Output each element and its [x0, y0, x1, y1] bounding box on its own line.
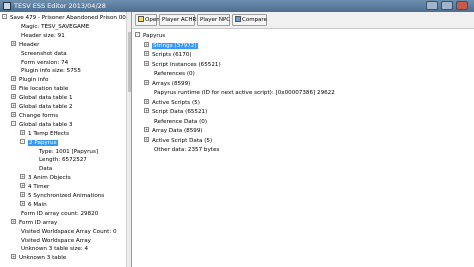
tree-node[interactable]: + Active Scripts (5): [144, 98, 200, 108]
tree-node-label: Array Data (8599): [152, 128, 203, 134]
tree-node[interactable]: + Script Instances (65521): [144, 60, 221, 70]
tree-node-label: Arrays (8599): [152, 80, 191, 87]
expand-icon[interactable]: +: [11, 103, 16, 108]
expand-icon[interactable]: +: [144, 41, 149, 47]
tree-node-label: Header size: 91: [21, 32, 65, 39]
expand-icon[interactable]: +: [20, 174, 25, 180]
tree-node[interactable]: + Arrays (8599): [144, 79, 190, 89]
tree-node-label: Scripts (6170): [152, 52, 192, 58]
tree-node[interactable]: Other data: 2357 bytes: [144, 145, 219, 155]
tree-node-label: Length: 6572527: [39, 157, 87, 164]
tree-node-label: Strings (37972): [152, 42, 198, 49]
collapse-icon[interactable]: -: [135, 32, 140, 37]
detail-pane: Open Player ACHR Player NPC Compare - Pap…: [132, 12, 474, 267]
expand-icon[interactable]: +: [144, 136, 149, 142]
tree-node-label: Plugin info size: 5755: [21, 68, 81, 75]
tree-node-label: 5 Synchronized Animations: [28, 193, 105, 199]
tree-node-label: Global data table 3: [19, 121, 73, 128]
tree-node-label: Screenshot data: [21, 50, 67, 57]
expand-icon[interactable]: +: [144, 79, 149, 85]
tree-node-label: Global data table 2: [19, 104, 73, 110]
tree-node-label: 1 Temp Effects: [28, 130, 70, 137]
tree-node-label: Change forms: [19, 112, 59, 119]
collapse-icon[interactable]: -: [2, 14, 7, 19]
tree-node-label: Plugin info: [19, 77, 49, 84]
tree-node-label: 4 Timer: [28, 184, 50, 191]
player-achr-button[interactable]: Player ACHR: [159, 14, 196, 26]
tree-node-label: Global data table 1: [19, 95, 73, 102]
tree-node-label: Unknown 3 table size: 4: [21, 246, 89, 253]
collapse-icon[interactable]: -: [11, 120, 16, 126]
tree-node-label: Save 479 - Prisoner Abandoned Prison 00.…: [10, 15, 132, 21]
tree-node-label: Magic: TESV_SAVEGAME: [21, 23, 90, 30]
tree-node-label: Papyrus: [143, 33, 166, 39]
tree-node-label: Script Instances (65521): [152, 61, 221, 68]
tree-node-label: Reference Data (0): [154, 118, 208, 125]
tree-node[interactable]: + Unknown 3 table: [11, 253, 66, 263]
expand-icon[interactable]: +: [11, 85, 16, 91]
expand-icon[interactable]: +: [144, 108, 149, 113]
tree-node-label: Form ID array: [19, 219, 58, 226]
collapse-icon[interactable]: -: [20, 138, 25, 144]
tree-node-label: Active Scripts (5): [152, 99, 200, 106]
tree-node[interactable]: + Scripts (6170): [144, 50, 192, 60]
expand-icon[interactable]: +: [11, 218, 16, 224]
expand-icon[interactable]: +: [11, 40, 16, 46]
tree-node-label: Data: [39, 166, 53, 173]
open-button[interactable]: Open: [135, 14, 160, 26]
tree-node[interactable]: - Papyrus: [135, 31, 165, 41]
tree-node-label: Papyrus runtime (ID for next active scri…: [154, 90, 335, 96]
expand-icon[interactable]: +: [20, 129, 25, 135]
maximize-button[interactable]: [441, 1, 453, 10]
tree-node[interactable]: Reference Data (0): [144, 117, 207, 127]
tree-node[interactable]: + Active Script Data (5): [144, 136, 212, 146]
tree-node-label: Form ID array count: 29820: [21, 210, 99, 217]
expand-icon[interactable]: +: [11, 254, 16, 260]
tree-node-label: Type: 1001 [Papyrus]: [39, 148, 99, 155]
expand-icon[interactable]: +: [11, 94, 16, 100]
expand-icon[interactable]: +: [11, 76, 16, 82]
expand-icon[interactable]: +: [144, 127, 149, 132]
player-npc-button[interactable]: Player NPC: [197, 14, 230, 26]
expand-icon[interactable]: +: [144, 98, 149, 104]
tree-node-label: References (0): [154, 71, 195, 77]
tree-node-label: Visited Worldspace Array: [21, 237, 91, 244]
tree-node[interactable]: + Script Data (65521): [144, 107, 207, 117]
tree-node[interactable]: References (0): [144, 69, 195, 79]
tree-node-label: Form version: 74: [21, 59, 69, 66]
tree-node-label: 2 Papyrus: [28, 139, 58, 146]
tree-node-label: Script Data (65521): [152, 109, 208, 115]
expand-icon[interactable]: +: [20, 183, 25, 189]
window-title: TESV ESS Editor 2013/04/28: [14, 2, 106, 10]
folder-icon: [138, 16, 144, 22]
tree-node-label: Visited Worldspace Array Count: 0: [21, 228, 117, 235]
tree-node-label: Other data: 2357 bytes: [154, 147, 220, 153]
close-button[interactable]: [456, 1, 468, 10]
minimize-button[interactable]: [426, 1, 438, 10]
tree-node-label: 3 Anim Objects: [28, 175, 71, 182]
tree-node[interactable]: Papyrus runtime (ID for next active scri…: [144, 88, 335, 98]
tree-node-label: 6 Main: [28, 201, 47, 208]
tree-node-label: Header: [19, 41, 40, 48]
tree-node[interactable]: + Strings (37972): [144, 41, 198, 51]
expand-icon[interactable]: +: [144, 51, 149, 56]
tree-node[interactable]: + Array Data (8599): [144, 126, 203, 136]
tree-node-label: File location table: [19, 86, 69, 93]
app-icon: [3, 2, 11, 10]
compare-icon: [235, 16, 241, 22]
expand-icon[interactable]: +: [20, 192, 25, 197]
expand-icon[interactable]: +: [20, 200, 25, 206]
tree-node-label: Unknown 3 table: [19, 255, 67, 262]
tree-node-label: Active Script Data (5): [152, 137, 213, 144]
compare-button[interactable]: Compare: [232, 14, 267, 26]
toolbar: Open Player ACHR Player NPC Compare: [132, 12, 474, 29]
expand-icon[interactable]: +: [144, 60, 149, 66]
title-bar: TESV ESS Editor 2013/04/28: [0, 0, 474, 12]
expand-icon[interactable]: +: [11, 111, 16, 117]
save-tree-pane: - Save 479 - Prisoner Abandoned Prison 00…: [0, 12, 132, 267]
